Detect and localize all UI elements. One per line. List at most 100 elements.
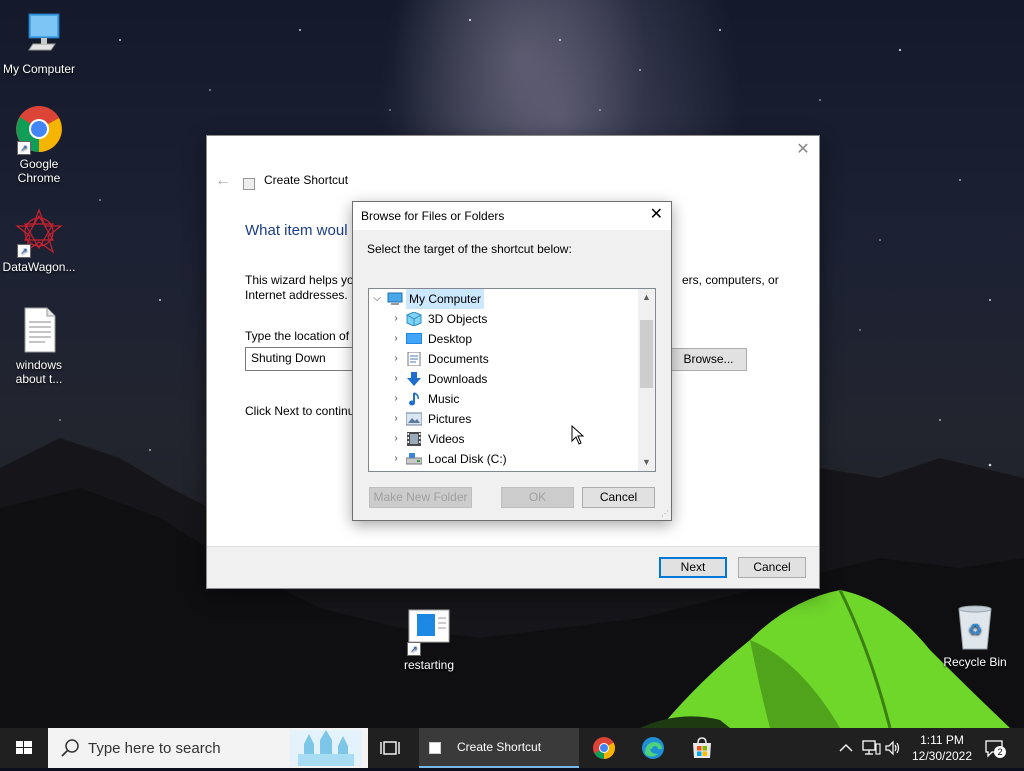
wizard-heading: What item woul — [245, 222, 348, 239]
desktop-icon-label: Google Chrome — [17, 157, 61, 185]
desktop-icon-datawagon[interactable]: ↗ DataWagon... — [0, 208, 78, 274]
shortcut-arrow-icon: ↗ — [407, 642, 421, 656]
desktop-icon-label: windows about t... — [15, 358, 63, 386]
cancel-button[interactable]: Cancel — [582, 487, 655, 508]
local-disk-icon — [405, 452, 423, 466]
search-icon — [61, 739, 79, 757]
text-file-icon — [15, 306, 63, 354]
shortcut-icon — [429, 742, 441, 754]
start-button[interactable] — [0, 728, 48, 768]
browse-dialog-title: Browse for Files or Folders — [361, 209, 505, 223]
tree-item-pictures[interactable]: › Pictures — [369, 409, 637, 429]
clock-time: 1:11 PM — [920, 733, 964, 747]
videos-icon — [406, 432, 422, 446]
downloads-icon — [406, 372, 422, 386]
close-icon[interactable]: ✕ — [795, 142, 811, 158]
chevron-up-icon[interactable] — [838, 740, 854, 756]
tree-item-videos[interactable]: › Videos — [369, 429, 637, 449]
pictures-icon — [405, 412, 423, 426]
ok-button[interactable]: OK — [501, 487, 574, 508]
recycle-bin-icon: ♻ — [951, 603, 999, 651]
wizard-description: This wizard helps you — [245, 273, 361, 287]
castle-illustration-icon — [290, 730, 362, 766]
shortcut-window-icon: ↗ — [405, 606, 453, 656]
tree-item-music[interactable]: › Music — [369, 389, 637, 409]
desktop-icon-label: My Computer — [2, 62, 76, 76]
desktop-icon-restarting[interactable]: ↗ restarting — [390, 606, 468, 672]
tree-item-label: Documents — [428, 352, 489, 366]
tree-item-3d-objects[interactable]: › 3D Objects — [369, 309, 637, 329]
desktop-icon-label: DataWagon... — [2, 260, 76, 274]
shortcut-icon — [243, 178, 255, 190]
back-arrow-icon[interactable]: ← — [215, 172, 231, 190]
volume-icon[interactable] — [884, 739, 902, 757]
scroll-down-icon[interactable]: ▼ — [638, 454, 655, 471]
resize-grip-icon[interactable]: ⋰ — [661, 510, 669, 518]
chevron-right-icon[interactable]: › — [390, 389, 402, 409]
browse-button[interactable]: Browse... — [670, 348, 747, 371]
location-label: Type the location of t — [245, 329, 356, 343]
chevron-right-icon[interactable]: › — [390, 429, 402, 449]
tree-item-label: 3D Objects — [428, 312, 488, 326]
chevron-right-icon[interactable]: › — [390, 369, 402, 389]
chevron-down-icon[interactable]: ⌵ — [371, 289, 383, 309]
cancel-button[interactable]: Cancel — [738, 557, 806, 578]
tree-item-label: Videos — [428, 432, 465, 446]
chrome-icon: ↗ — [15, 105, 63, 155]
music-icon — [406, 392, 422, 406]
datawagon-icon: ↗ — [15, 208, 63, 258]
taskbar-clock[interactable]: 1:11 PM 12/30/2022 — [902, 732, 982, 764]
tree-item-label: Pictures — [428, 412, 472, 426]
click-next-text: Click Next to continu — [245, 404, 355, 418]
tree-item-label: Downloads — [428, 372, 488, 386]
make-new-folder-button[interactable]: Make New Folder — [369, 487, 472, 508]
browse-dialog-titlebar: Browse for Files or Folders ✕ — [353, 202, 671, 230]
desktop-folder-icon — [406, 332, 422, 346]
svg-text:♻: ♻ — [968, 620, 982, 639]
notifications-button[interactable]: 2 — [984, 738, 1006, 758]
network-icon[interactable] — [861, 739, 881, 757]
edge-icon[interactable] — [641, 736, 665, 760]
tree-item-downloads[interactable]: › Downloads — [369, 369, 637, 389]
tree-item-my-computer[interactable]: ⌵ My Computer — [369, 289, 637, 309]
chevron-right-icon[interactable]: › — [390, 349, 402, 369]
taskbar-search[interactable]: Type here to search — [48, 728, 368, 768]
chrome-icon[interactable] — [592, 736, 616, 760]
tree-item-label: Local Disk (C:) — [428, 452, 507, 466]
shortcut-arrow-icon: ↗ — [17, 141, 31, 155]
chevron-right-icon[interactable]: › — [390, 449, 402, 469]
tree-item-local-disk[interactable]: › Local Disk (C:) — [369, 449, 637, 469]
tree-item-label: Desktop — [428, 332, 473, 346]
3d-objects-icon — [406, 311, 422, 327]
taskbar: Type here to search Create Shortcut 1:11… — [0, 728, 1024, 768]
desktop-icon-my-computer[interactable]: My Computer — [0, 10, 78, 76]
desktop-icon-google-chrome[interactable]: ↗ Google Chrome — [0, 105, 78, 185]
tree-scrollbar[interactable]: ▲ ▼ — [638, 289, 655, 471]
desktop-icon-windows-about[interactable]: windows about t... — [0, 306, 78, 386]
tree-item-label: Music — [428, 392, 460, 406]
notification-count-badge: 2 — [994, 746, 1006, 758]
wizard-description-continued: ers, computers, or — [682, 273, 779, 287]
scrollbar-thumb[interactable] — [640, 320, 653, 388]
wizard-footer: Next Cancel — [207, 546, 819, 588]
chevron-right-icon[interactable]: › — [390, 409, 402, 429]
task-view-icon[interactable] — [380, 738, 404, 758]
desktop-icon-recycle-bin[interactable]: ♻ Recycle Bin — [936, 603, 1014, 669]
scroll-up-icon[interactable]: ▲ — [638, 289, 655, 306]
microsoft-store-icon[interactable] — [690, 736, 714, 760]
next-button[interactable]: Next — [659, 557, 727, 578]
shortcut-arrow-icon: ↗ — [17, 244, 31, 258]
folder-tree[interactable]: ⌵ My Computer › 3D Objects › Desktop › D… — [368, 288, 656, 472]
tree-item-documents[interactable]: › Documents — [369, 349, 637, 369]
taskbar-item-create-shortcut[interactable]: Create Shortcut — [419, 728, 579, 768]
computer-icon — [15, 10, 63, 58]
browse-dialog: Browse for Files or Folders ✕ Select the… — [352, 201, 672, 521]
mouse-cursor-icon — [571, 425, 585, 445]
chevron-right-icon[interactable]: › — [390, 329, 402, 349]
documents-icon — [406, 351, 422, 367]
tree-item-desktop[interactable]: › Desktop — [369, 329, 637, 349]
tree-item-label: My Computer — [406, 289, 485, 309]
browse-instruction: Select the target of the shortcut below: — [367, 242, 572, 256]
close-icon[interactable]: ✕ — [650, 206, 663, 224]
chevron-right-icon[interactable]: › — [390, 309, 402, 329]
